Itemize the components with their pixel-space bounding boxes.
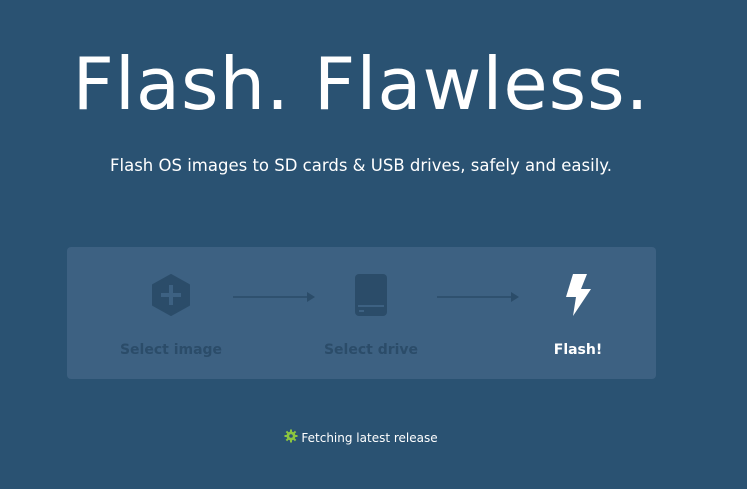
select-image-step[interactable]: Select image xyxy=(91,271,251,359)
select-drive-step[interactable]: Select drive xyxy=(291,271,451,359)
steps-panel: Select image Select drive Flash! xyxy=(67,247,656,379)
status-text: Fetching latest release xyxy=(301,431,438,445)
hero-subtitle: Flash OS images to SD cards & USB drives… xyxy=(110,156,612,175)
gear-icon xyxy=(284,429,298,447)
flash-label: Flash! xyxy=(553,342,603,358)
status-message: Fetching latest release xyxy=(0,429,722,447)
drive-icon xyxy=(291,271,451,319)
hexagon-plus-icon xyxy=(91,271,251,319)
select-drive-label: Select drive xyxy=(323,342,419,358)
hero-title: Flash. Flawless. xyxy=(72,42,650,126)
select-image-label: Select image xyxy=(119,342,223,358)
flash-step[interactable]: Flash! xyxy=(498,271,658,359)
lightning-bolt-icon xyxy=(498,271,658,319)
